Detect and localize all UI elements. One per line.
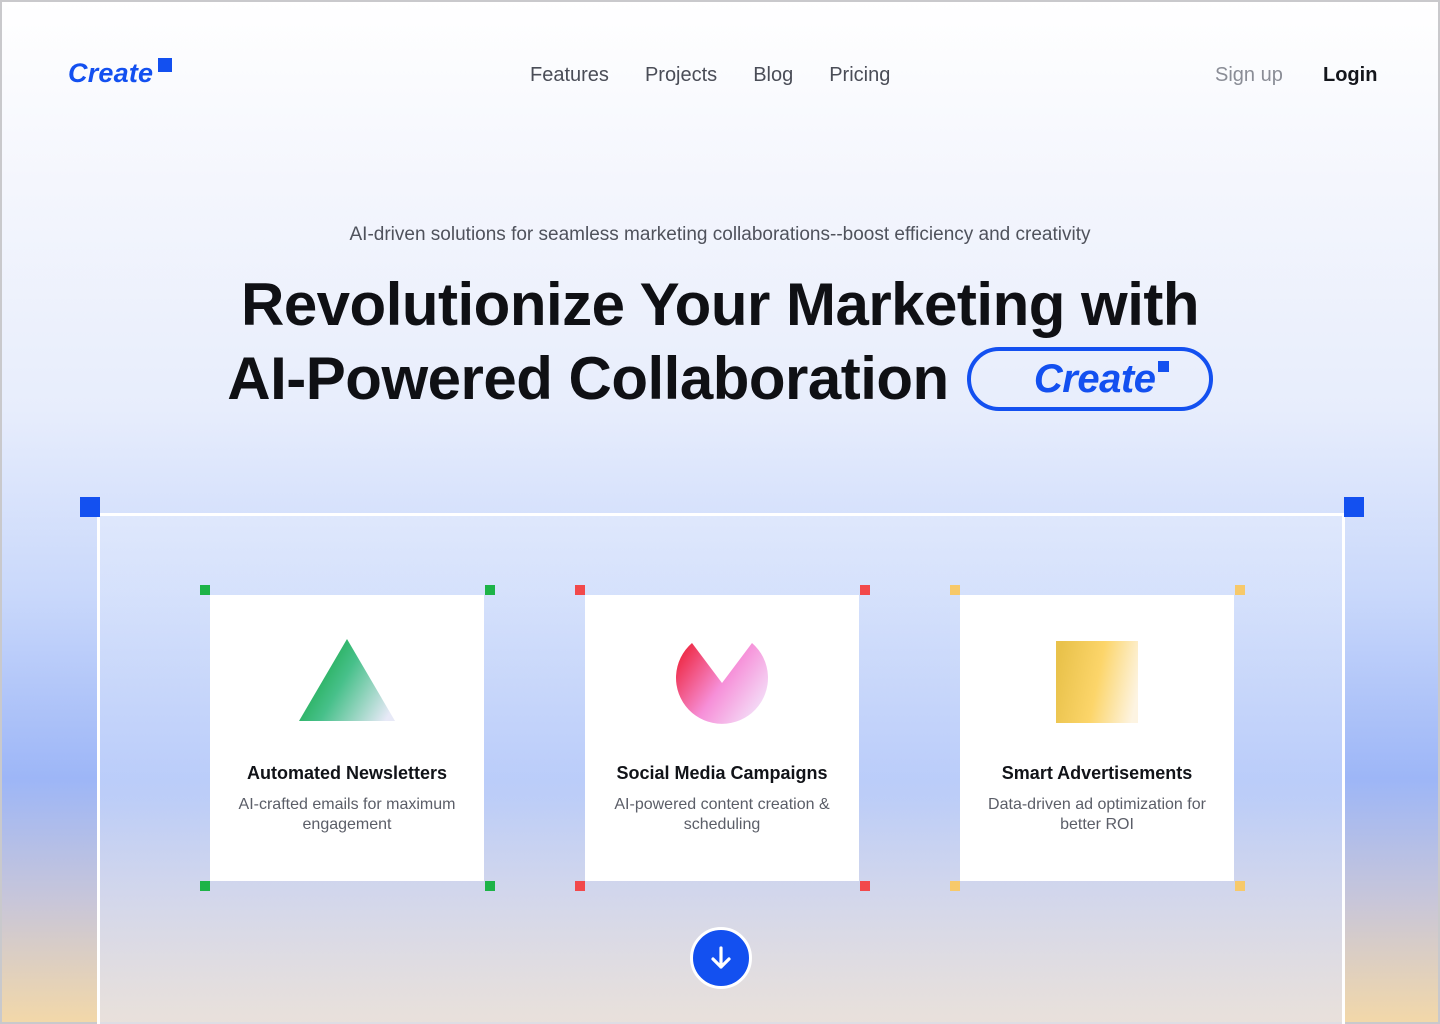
nav-item-pricing[interactable]: Pricing <box>829 64 890 87</box>
card-corner-marker <box>575 881 585 891</box>
feature-card-newsletters[interactable]: Automated Newsletters AI-crafted emails … <box>210 595 484 881</box>
card-description: Data-driven ad optimization for better R… <box>988 796 1206 833</box>
card-corner-marker <box>1235 585 1245 595</box>
card-title: Automated Newsletters <box>246 763 448 783</box>
feature-card-ads[interactable]: Smart Advertisements Data-driven ad opti… <box>960 595 1234 881</box>
card-corner-marker <box>860 585 870 595</box>
brand-name: Create <box>68 58 154 88</box>
card-corner-marker <box>200 881 210 891</box>
card-corner-marker <box>200 585 210 595</box>
card-corner-marker <box>485 585 495 595</box>
scroll-down-button[interactable] <box>690 927 752 989</box>
create-badge: Create <box>966 347 1213 411</box>
card-corner-marker <box>950 585 960 595</box>
login-link[interactable]: Login <box>1323 64 1377 87</box>
arrow-down-icon <box>711 946 731 969</box>
card-description: AI-crafted emails for maximum engagement <box>238 796 456 833</box>
brand-logo[interactable]: Create <box>68 58 173 89</box>
headline-line-2: AI-Powered Collaboration <box>227 345 949 412</box>
badge-square-icon <box>1157 361 1169 372</box>
feature-card-social[interactable]: Social Media Campaigns AI-powered conten… <box>585 595 859 881</box>
hero-subtitle: AI-driven solutions for seamless marketi… <box>349 224 1091 245</box>
card-corner-marker <box>950 881 960 891</box>
nav-item-blog[interactable]: Blog <box>753 64 793 87</box>
nav-item-projects[interactable]: Projects <box>645 64 717 87</box>
triangle-icon <box>299 639 395 721</box>
square-icon <box>1056 641 1138 723</box>
card-corner-marker <box>575 585 585 595</box>
logo-square-icon <box>158 58 173 72</box>
frame-handle-top-right[interactable] <box>1344 497 1364 517</box>
headline-line-2-wrap: AI-Powered Collaboration Create <box>227 342 1213 416</box>
card-title: Smart Advertisements <box>1001 763 1193 783</box>
nav-menu: Features Projects Blog Pricing <box>530 64 890 87</box>
headline-line-1: Revolutionize Your Marketing with <box>240 271 1200 338</box>
card-corner-marker <box>1235 881 1245 891</box>
signup-link[interactable]: Sign up <box>1215 64 1283 87</box>
card-corner-marker <box>485 881 495 891</box>
frame-handle-top-left[interactable] <box>80 497 100 517</box>
pacman-icon <box>676 643 768 724</box>
hero-headline: Revolutionize Your Marketing with AI-Pow… <box>2 268 1438 416</box>
card-title: Social Media Campaigns <box>616 763 828 783</box>
create-badge-text: Create <box>1033 357 1156 401</box>
card-corner-marker <box>860 881 870 891</box>
top-nav: Create Features Projects Blog Pricing Si… <box>2 2 1438 150</box>
nav-item-features[interactable]: Features <box>530 64 609 87</box>
card-description: AI-powered content creation & scheduling <box>614 796 830 833</box>
